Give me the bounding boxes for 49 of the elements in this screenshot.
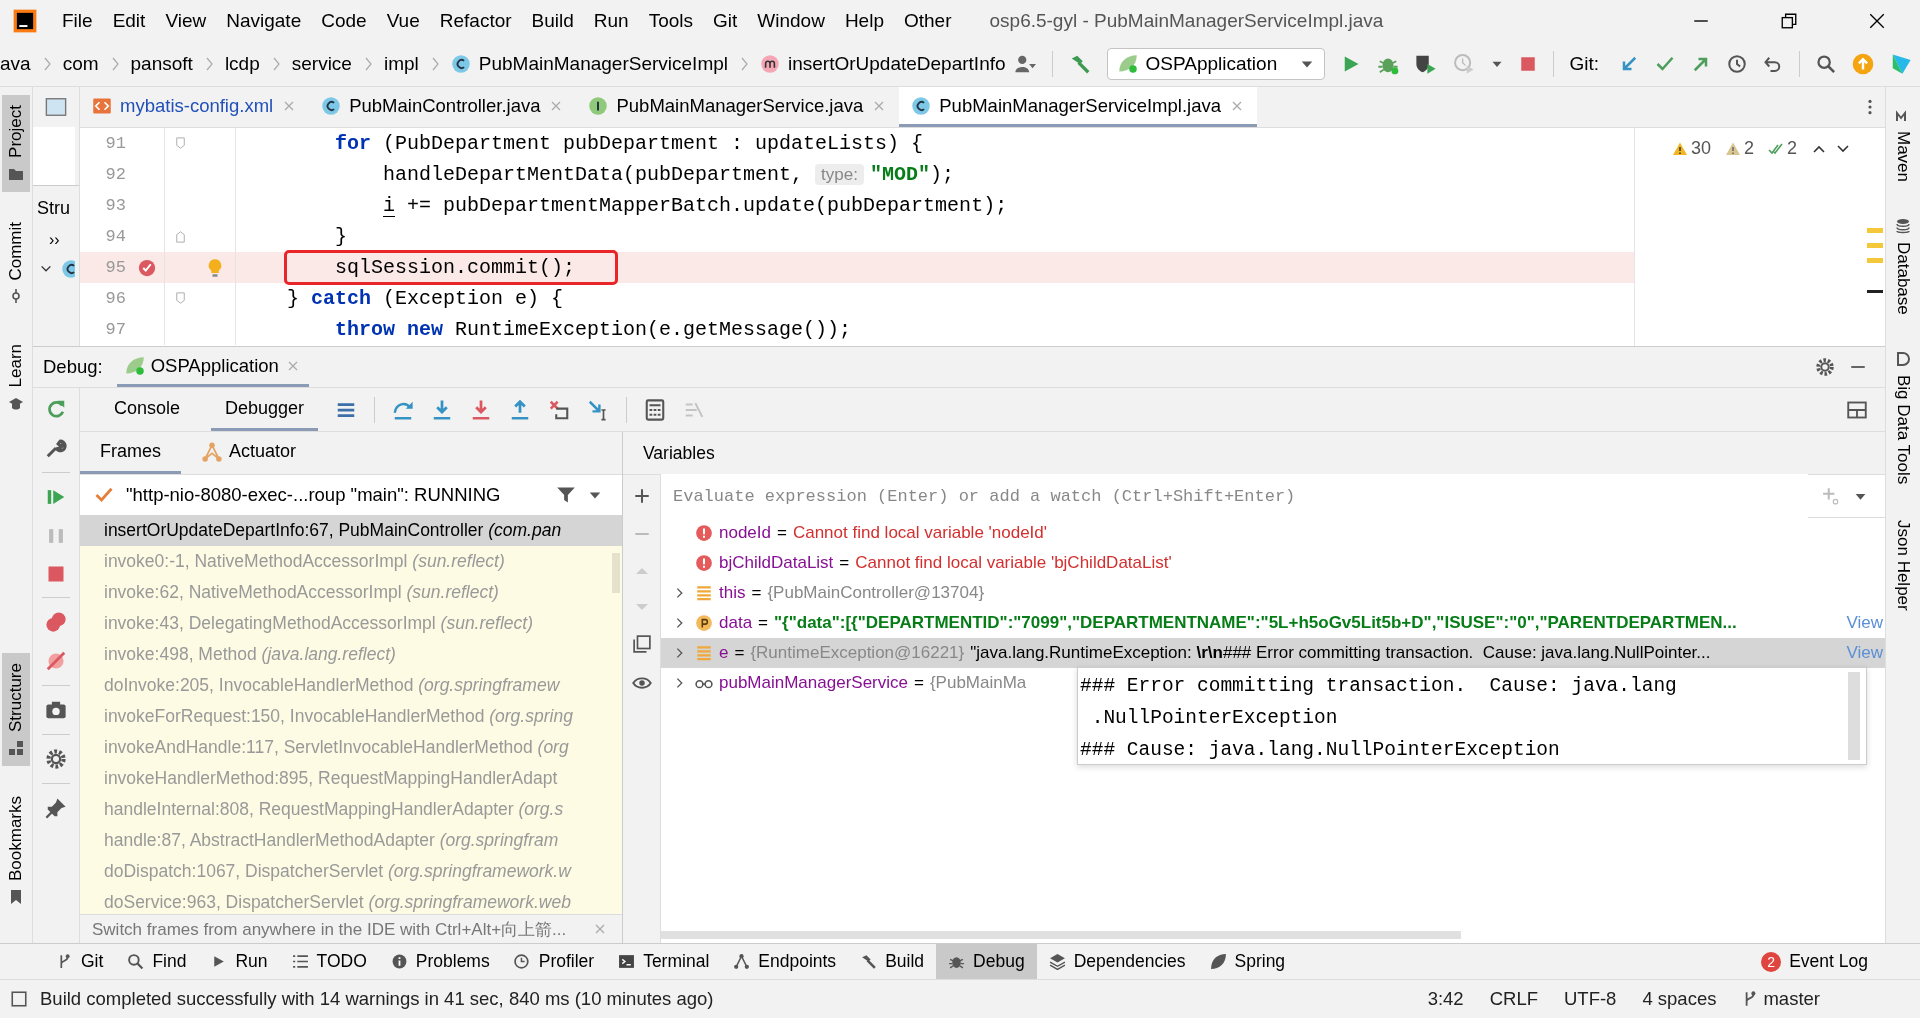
- equals-sign: =: [914, 673, 924, 693]
- line-number: 96: [105, 289, 126, 308]
- equals-sign: =: [751, 583, 762, 603]
- tab-label: mybatis-config.xml: [120, 94, 274, 117]
- window-title: osp6.5-gyl - PubMainManagerServiceImpl.java: [989, 10, 1384, 32]
- code-line: throw new RuntimeException(e.getMessage());: [334, 318, 852, 341]
- git-label: Git:: [1569, 53, 1600, 75]
- equals-sign: =: [734, 643, 745, 663]
- variable-name: pubMainManagerService: [719, 673, 908, 693]
- code-text: handleDepartMentData(pubDepartment,: [382, 163, 805, 186]
- tab-label: PubMainController.java: [349, 94, 541, 117]
- code-line: }: [334, 225, 348, 248]
- variable-name: this: [719, 583, 746, 603]
- variable-value: "{"data":[{"DEPARTMENTID":"7099","DEPARTMENTNAME":"5L+h5oGv5Lit5b+D","ISUSE":"0","PARENTDEPARTMEN...: [774, 613, 1738, 633]
- equals-sign: =: [758, 613, 769, 633]
- variable-type: {PubMainMa: [929, 673, 1027, 693]
- code-line: } catch (Exception e) {: [286, 287, 564, 310]
- annotation-box: sqlSession.commit();: [287, 253, 616, 282]
- panel-title: Debug:: [43, 356, 103, 378]
- variable-type: {PubMainController@13704}: [767, 583, 985, 603]
- variable-name: bjChildDataList: [719, 553, 834, 573]
- variable-value: Cannot find local variable 'nodeId': [792, 523, 1049, 543]
- line-number: 95: [105, 258, 126, 277]
- variable-type: {RuntimeException@16221}: [750, 643, 965, 663]
- count-badge: 2: [1761, 951, 1782, 972]
- equals-sign: =: [839, 553, 850, 573]
- panel-title: Stru: [33, 185, 79, 225]
- variable-name: e: [719, 643, 729, 663]
- code-line: i += pubDepartmentMapperBatch.update(pubDepartment);: [236, 194, 1008, 217]
- tab-label: PubMainManagerServiceImpl.java: [939, 94, 1221, 117]
- code-line: for (PubDepartment pubDepartment : updateLists) {: [334, 132, 924, 155]
- line-number: 93: [105, 196, 126, 215]
- variable-name: data: [719, 613, 753, 633]
- parameter-hint: type:: [815, 164, 864, 185]
- equals-sign: =: [777, 523, 787, 543]
- code-text: );: [929, 163, 954, 186]
- status-message: Build completed successfully with 14 warnings in 41 sec, 840 ms (10 minutes ago): [40, 988, 714, 1010]
- variable-value: Cannot find local variable 'bjChildDataList': [855, 553, 1173, 573]
- code-text: "MOD": [869, 163, 930, 186]
- line-number: 97: [105, 320, 126, 339]
- variable-value: "java.lang.RuntimeException: \r\n### Error committing transaction. Cause: java.lang.NullPointer...: [970, 643, 1712, 663]
- value-tooltip: ### Error committing transaction. Cause: java.lang .NullPointerException ### Cause: java.lang.NullPointerException: [1077, 667, 1867, 765]
- line-number: 92: [105, 165, 126, 184]
- line-number: 91: [105, 134, 126, 153]
- line-number: 94: [105, 227, 126, 246]
- hint-text: Switch frames from anywhere in the IDE with Ctrl+Alt+向上箭...: [92, 918, 567, 941]
- panel-title: Variables: [643, 442, 715, 464]
- tab-label: PubMainManagerService.java: [616, 94, 864, 117]
- variable-name: nodeId: [719, 523, 771, 543]
